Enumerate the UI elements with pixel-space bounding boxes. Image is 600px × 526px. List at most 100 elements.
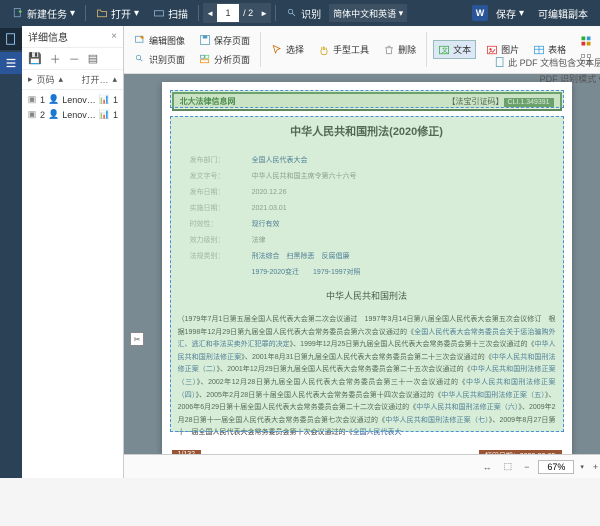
row-user: Lenov… <box>62 110 96 120</box>
select-tool[interactable]: 选择 <box>267 41 308 58</box>
scan-button[interactable]: 扫描 <box>147 2 194 24</box>
open-label: 打开 <box>111 6 131 21</box>
doc-footer: 1/132 打印日期：2023-03-05 <box>172 450 562 454</box>
footer-page: 1/132 <box>172 450 202 454</box>
row-user: Lenov… <box>62 95 96 105</box>
analyze-button[interactable]: 分析页面 <box>195 51 254 68</box>
language-select[interactable]: 简体中文和英语 ▾ <box>329 4 407 22</box>
status-bar: ↔ ⬚ − ▾ + <box>124 454 600 478</box>
doc-title: 中华人民共和国刑法(2020修正) <box>172 123 562 139</box>
brand-logo: 北大法律信息网 <box>180 96 236 107</box>
panel-toolbar: 💾 ＋ － ▤ <box>22 48 123 70</box>
trash-icon <box>383 44 395 56</box>
save-page-label: 保存页面 <box>214 34 250 47</box>
pencil-image-icon <box>134 34 146 46</box>
save-page-button[interactable]: 保存页面 <box>195 32 254 49</box>
save-label: 保存 <box>496 6 516 21</box>
title-bar: 新建任务 ▾ 打开 ▾ 扫描 ◄ / 2 ► 识别 简体中文和英语 ▾ W 保存… <box>0 0 600 26</box>
list-item[interactable]: ▣ 1 👤 Lenov… 📊 1 <box>24 92 121 107</box>
panel-plus-icon[interactable]: ＋ <box>50 51 61 67</box>
hand-icon <box>318 44 330 56</box>
row-expand-icon: ▣ <box>27 94 37 105</box>
ocr-icon <box>286 7 298 19</box>
row-num: 1 <box>40 95 45 105</box>
panel-expand-icon[interactable]: ▸ <box>28 74 33 85</box>
ocr-page-button[interactable]: 识别页面 <box>130 51 189 68</box>
folder-icon <box>96 7 108 19</box>
panel-open-label[interactable]: 打开… <box>81 73 108 86</box>
delete-label: 删除 <box>398 43 416 56</box>
left-strip <box>0 26 22 478</box>
new-task-button[interactable]: 新建任务 ▾ <box>6 2 81 24</box>
svg-text:文: 文 <box>442 46 448 54</box>
edit-image-button[interactable]: 编辑图像 <box>130 32 189 49</box>
doc-icon <box>494 56 506 68</box>
row-num: 2 <box>40 110 45 120</box>
page-input[interactable] <box>217 4 239 22</box>
bookmark-list: ▣ 1 👤 Lenov… 📊 1 ▣ 2 👤 Lenov… 📊 1 <box>22 90 123 124</box>
open-button[interactable]: 打开 ▾ <box>90 2 145 24</box>
language-label: 简体中文和英语 <box>333 7 396 20</box>
plus-doc-icon <box>12 7 24 19</box>
editable-copy-button[interactable]: 可编辑副本 <box>532 2 594 24</box>
pdf-text-layer-note: 此 PDF 文档包含文本层 <box>494 56 600 69</box>
edit-image-label: 编辑图像 <box>149 34 185 47</box>
table-area-icon <box>533 44 545 56</box>
list-item[interactable]: ▣ 2 👤 Lenov… 📊 1 <box>24 107 121 122</box>
row-expand-icon: ▣ <box>27 109 37 120</box>
hand-tool[interactable]: 手型工具 <box>314 41 373 58</box>
next-page-button[interactable]: ► <box>257 9 271 18</box>
page-total: / 2 <box>239 8 257 18</box>
panel-minus-icon[interactable]: － <box>69 51 80 67</box>
toolbar: 编辑图像 识别页面 保存页面 分析页面 选择 手型工具 删除 文文本 图片 <box>124 26 600 74</box>
fit-page-icon[interactable]: ⬚ <box>501 461 516 472</box>
disk-icon <box>199 34 211 46</box>
panel-close-button[interactable]: × <box>111 31 117 42</box>
select-label: 选择 <box>286 43 304 56</box>
page-control: ◄ / 2 ► <box>203 3 271 23</box>
main-area: 详细信息 × 💾 ＋ － ▤ ▸ 页码▴ 打开…▴ ▣ 1 👤 Lenov… 📊… <box>0 26 600 478</box>
cursor-icon <box>271 44 283 56</box>
delete-button[interactable]: 删除 <box>379 41 420 58</box>
ocr-label: 识别 <box>301 6 321 21</box>
ocr-page-icon <box>134 53 146 65</box>
text-label: 文本 <box>453 43 471 56</box>
doc-header: 北大法律信息网 【法宝引证码】CLI.1.349391 <box>172 92 562 111</box>
table-label: 表格 <box>548 43 566 56</box>
zoom-input[interactable] <box>538 460 574 474</box>
editable-label: 可编辑副本 <box>538 6 588 21</box>
prev-page-button[interactable]: ◄ <box>203 9 217 18</box>
list-strip-button[interactable] <box>0 52 22 74</box>
image-area-icon <box>486 44 498 56</box>
list-icon <box>4 56 18 70</box>
scan-label: 扫描 <box>168 6 188 21</box>
new-task-label: 新建任务 <box>27 6 67 21</box>
save-button[interactable]: 保存 ▾ <box>490 2 530 24</box>
panel-menu-icon[interactable]: ▤ <box>88 52 98 65</box>
zoom-out-button[interactable]: − <box>521 462 532 472</box>
document-page: 北大法律信息网 【法宝引证码】CLI.1.349391 中华人民共和国刑法(20… <box>162 82 572 454</box>
panel-title: 详细信息 <box>28 29 68 44</box>
detail-panel: 详细信息 × 💾 ＋ － ▤ ▸ 页码▴ 打开…▴ ▣ 1 👤 Lenov… 📊… <box>22 26 124 478</box>
ocr-page-label: 识别页面 <box>149 53 185 66</box>
footer-date: 打印日期：2023-03-05 <box>479 450 562 454</box>
text-area-button[interactable]: 文文本 <box>433 40 476 59</box>
order-button[interactable] <box>576 33 596 49</box>
panel-header: 详细信息 × <box>22 26 123 48</box>
analyze-icon <box>199 53 211 65</box>
panel-pages-label: 页码 <box>37 73 55 86</box>
fit-width-icon[interactable]: ↔ <box>480 462 495 472</box>
panel-subheader: ▸ 页码▴ 打开…▴ <box>22 70 123 90</box>
hand-label: 手型工具 <box>333 43 369 56</box>
analyze-label: 分析页面 <box>214 53 250 66</box>
doc-body: （1979年7月1日第五届全国人民代表大会第二次会议通过 1997年3月14日第… <box>172 310 562 444</box>
text-area-icon: 文 <box>438 44 450 56</box>
row-count: 1 <box>113 110 118 120</box>
order-icon <box>580 35 592 47</box>
page-viewer[interactable]: 北大法律信息网 【法宝引证码】CLI.1.349391 中华人民共和国刑法(20… <box>124 74 600 454</box>
panel-save-icon[interactable]: 💾 <box>28 52 42 65</box>
crop-handle-icon[interactable]: ✂ <box>130 332 144 346</box>
ocr-button[interactable]: 识别 <box>280 2 327 24</box>
zoom-in-button[interactable]: + <box>590 462 600 472</box>
pages-strip-button[interactable] <box>0 28 22 50</box>
